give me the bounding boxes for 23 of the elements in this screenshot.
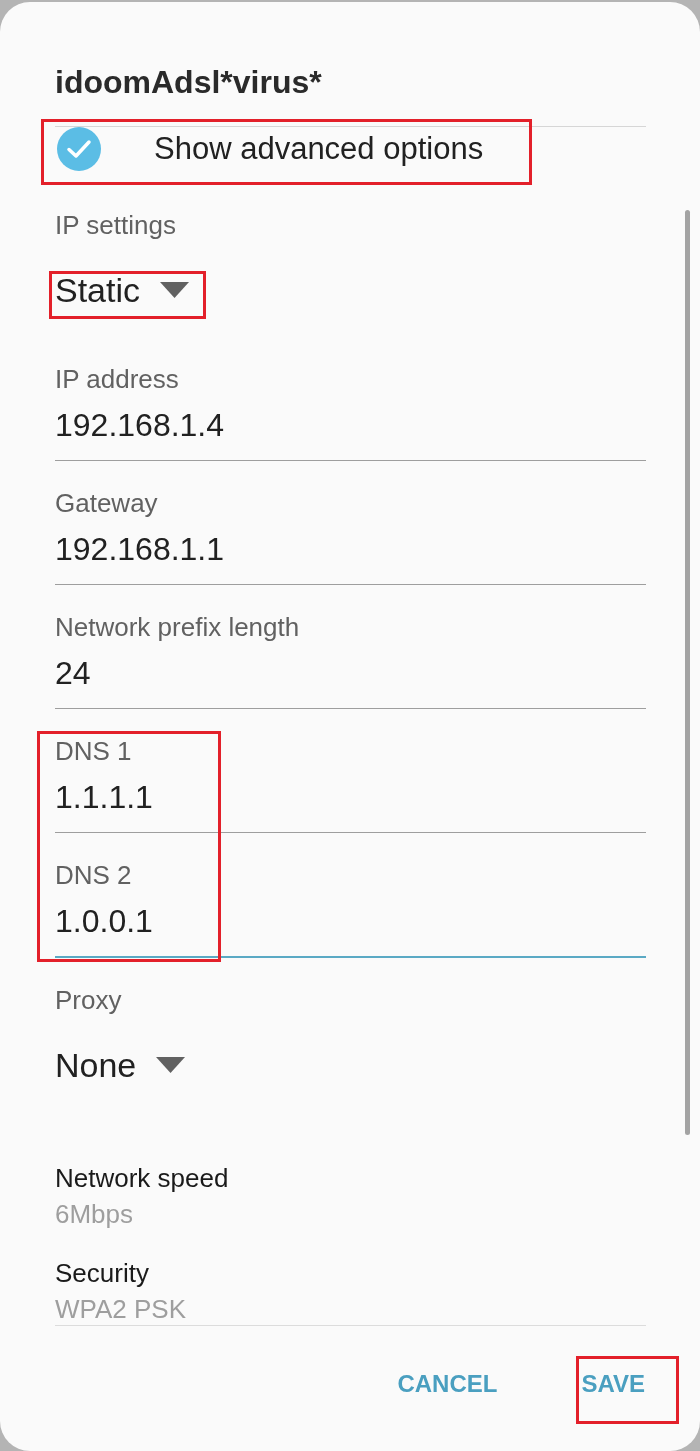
field-label: Proxy bbox=[55, 984, 123, 1016]
text-field[interactable]: 1.1.1.1 bbox=[55, 778, 646, 833]
caret-icon bbox=[160, 282, 190, 298]
field-label: Security bbox=[55, 1257, 150, 1289]
info-value: 6Mbps bbox=[55, 1199, 135, 1229]
field-label: Network speed bbox=[55, 1162, 230, 1194]
field-label: Gateway bbox=[55, 487, 159, 519]
dropdown[interactable]: Static bbox=[55, 270, 190, 310]
dialog-title: idoomAdsl*virus* bbox=[55, 63, 323, 102]
caret-icon bbox=[156, 1057, 186, 1073]
scrollbar-thumb[interactable] bbox=[685, 210, 690, 1135]
text-field[interactable]: 192.168.1.4 bbox=[55, 406, 646, 461]
dropdown[interactable]: None bbox=[55, 1045, 186, 1085]
text-field[interactable]: 1.0.0.1 bbox=[55, 902, 646, 958]
info-value: WPA2 PSK bbox=[55, 1294, 187, 1324]
field-label: IP settings bbox=[55, 209, 177, 241]
checkbox[interactable]: Show advanced options bbox=[55, 127, 646, 171]
text-field[interactable]: 24 bbox=[55, 654, 646, 709]
field-label: IP address bbox=[55, 363, 180, 395]
field-label: DNS 1 bbox=[55, 735, 133, 767]
text-field[interactable]: 192.168.1.1 bbox=[55, 530, 646, 585]
field-label: Network prefix length bbox=[55, 611, 301, 643]
field-label: DNS 2 bbox=[55, 859, 133, 891]
